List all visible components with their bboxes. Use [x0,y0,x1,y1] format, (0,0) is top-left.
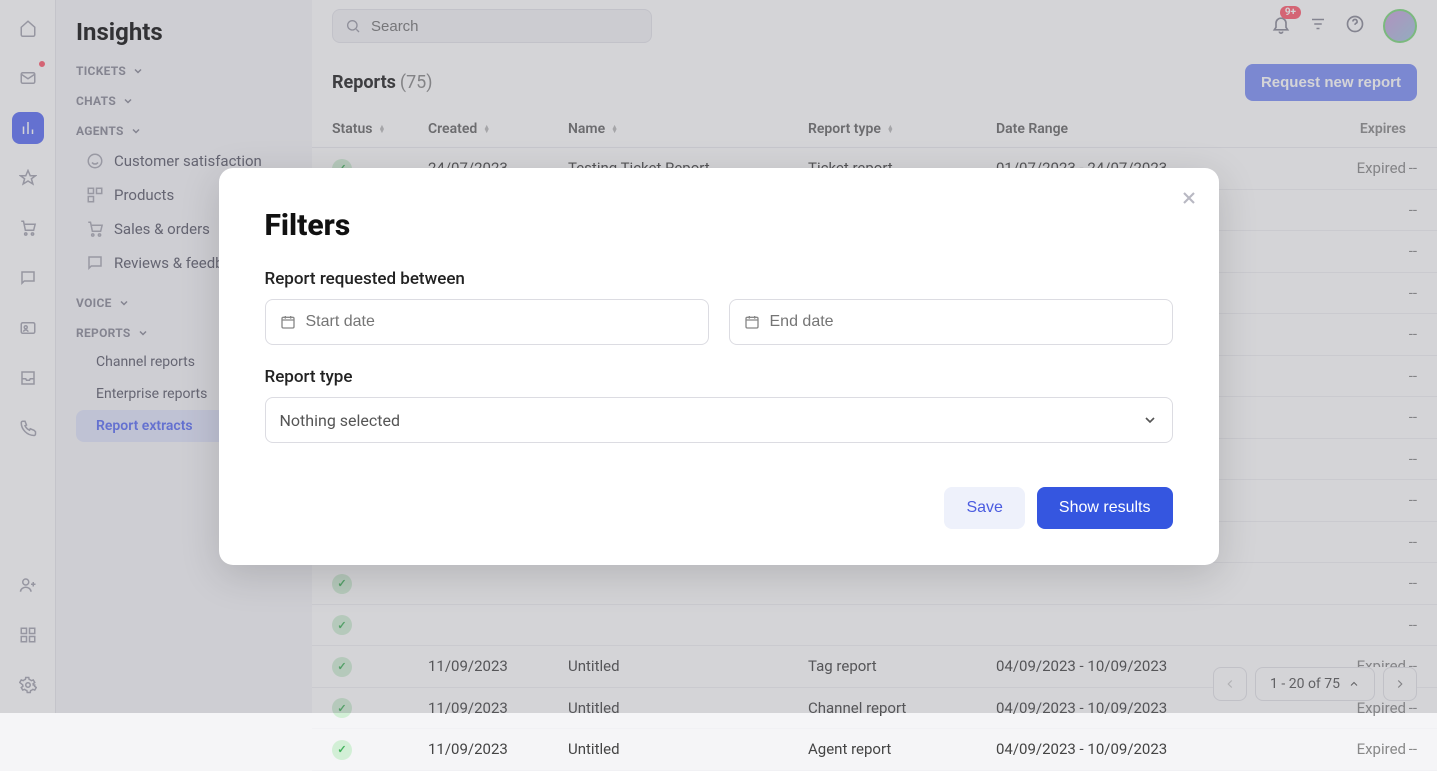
cell-name: Untitled [568,740,808,758]
calendar-icon [280,314,296,330]
filters-modal: Filters Report requested between Report … [219,168,1219,565]
chevron-down-icon [1142,412,1158,428]
start-date-input[interactable] [306,313,694,331]
end-date-field[interactable] [729,299,1173,345]
cell-type: Agent report [808,740,996,758]
cell-created: 11/09/2023 [428,740,568,758]
show-results-button[interactable]: Show results [1037,487,1173,529]
report-type-select[interactable]: Nothing selected [265,397,1173,443]
cell-last: -- [1406,740,1417,758]
label-report-type: Report type [265,367,1173,387]
end-date-input[interactable] [770,313,1158,331]
modal-overlay[interactable]: Filters Report requested between Report … [0,0,1437,713]
table-row[interactable]: ✓ 11/09/2023UntitledAgent report04/09/202… [312,729,1437,771]
close-button[interactable] [1179,188,1199,212]
cell-range: 04/09/2023 - 10/09/2023 [996,740,1286,758]
status-badge: ✓ [332,740,352,760]
label-report-requested-between: Report requested between [265,269,1173,289]
select-value: Nothing selected [280,411,401,430]
calendar-icon [744,314,760,330]
cell-expires: Expired [1286,740,1406,758]
modal-title: Filters [265,208,1173,243]
start-date-field[interactable] [265,299,709,345]
save-button[interactable]: Save [944,487,1024,529]
close-icon [1179,188,1199,208]
